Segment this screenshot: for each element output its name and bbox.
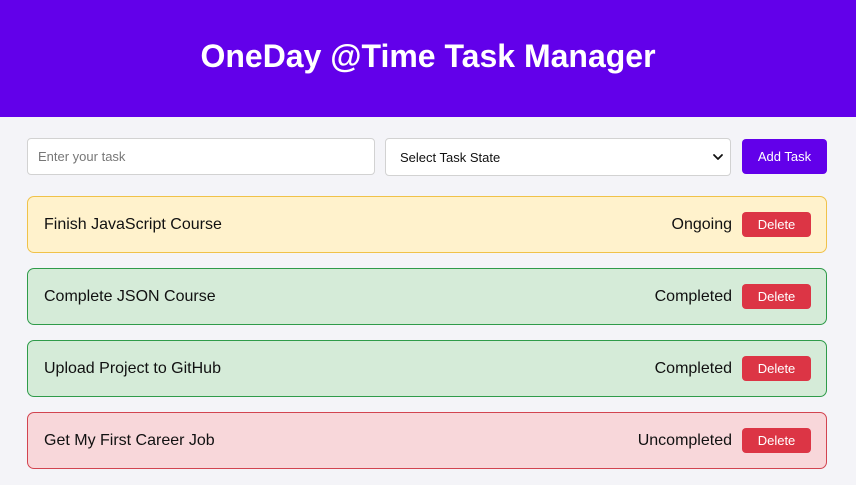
task-item: Finish JavaScript Course Ongoing Delete <box>27 196 827 253</box>
app-header: OneDay @Time Task Manager <box>0 0 856 117</box>
task-form: Select Task State Add Task <box>27 138 827 176</box>
task-state: Ongoing <box>671 215 733 233</box>
task-state: Uncompleted <box>637 431 732 449</box>
delete-button[interactable]: Delete <box>742 356 811 381</box>
task-state-select[interactable]: Select Task State <box>385 138 731 176</box>
task-state-select-value: Select Task State <box>400 149 501 165</box>
delete-button[interactable]: Delete <box>742 212 811 237</box>
task-name: Get My First Career Job <box>44 431 215 449</box>
delete-button[interactable]: Delete <box>742 284 811 309</box>
delete-button[interactable]: Delete <box>742 428 811 453</box>
task-item: Get My First Career Job Uncompleted Dele… <box>27 412 827 469</box>
chevron-down-icon <box>713 154 723 160</box>
task-input[interactable] <box>27 138 375 175</box>
task-item: Complete JSON Course Completed Delete <box>27 268 827 325</box>
task-name: Complete JSON Course <box>44 287 216 305</box>
task-state: Completed <box>654 287 732 305</box>
task-name: Finish JavaScript Course <box>44 215 222 233</box>
task-state: Completed <box>654 359 732 377</box>
task-item: Upload Project to GitHub Completed Delet… <box>27 340 827 397</box>
task-list: Finish JavaScript Course Ongoing Delete … <box>27 196 827 484</box>
add-task-button[interactable]: Add Task <box>742 139 827 174</box>
task-name: Upload Project to GitHub <box>44 359 221 377</box>
page-title: OneDay @Time Task Manager <box>200 38 656 74</box>
